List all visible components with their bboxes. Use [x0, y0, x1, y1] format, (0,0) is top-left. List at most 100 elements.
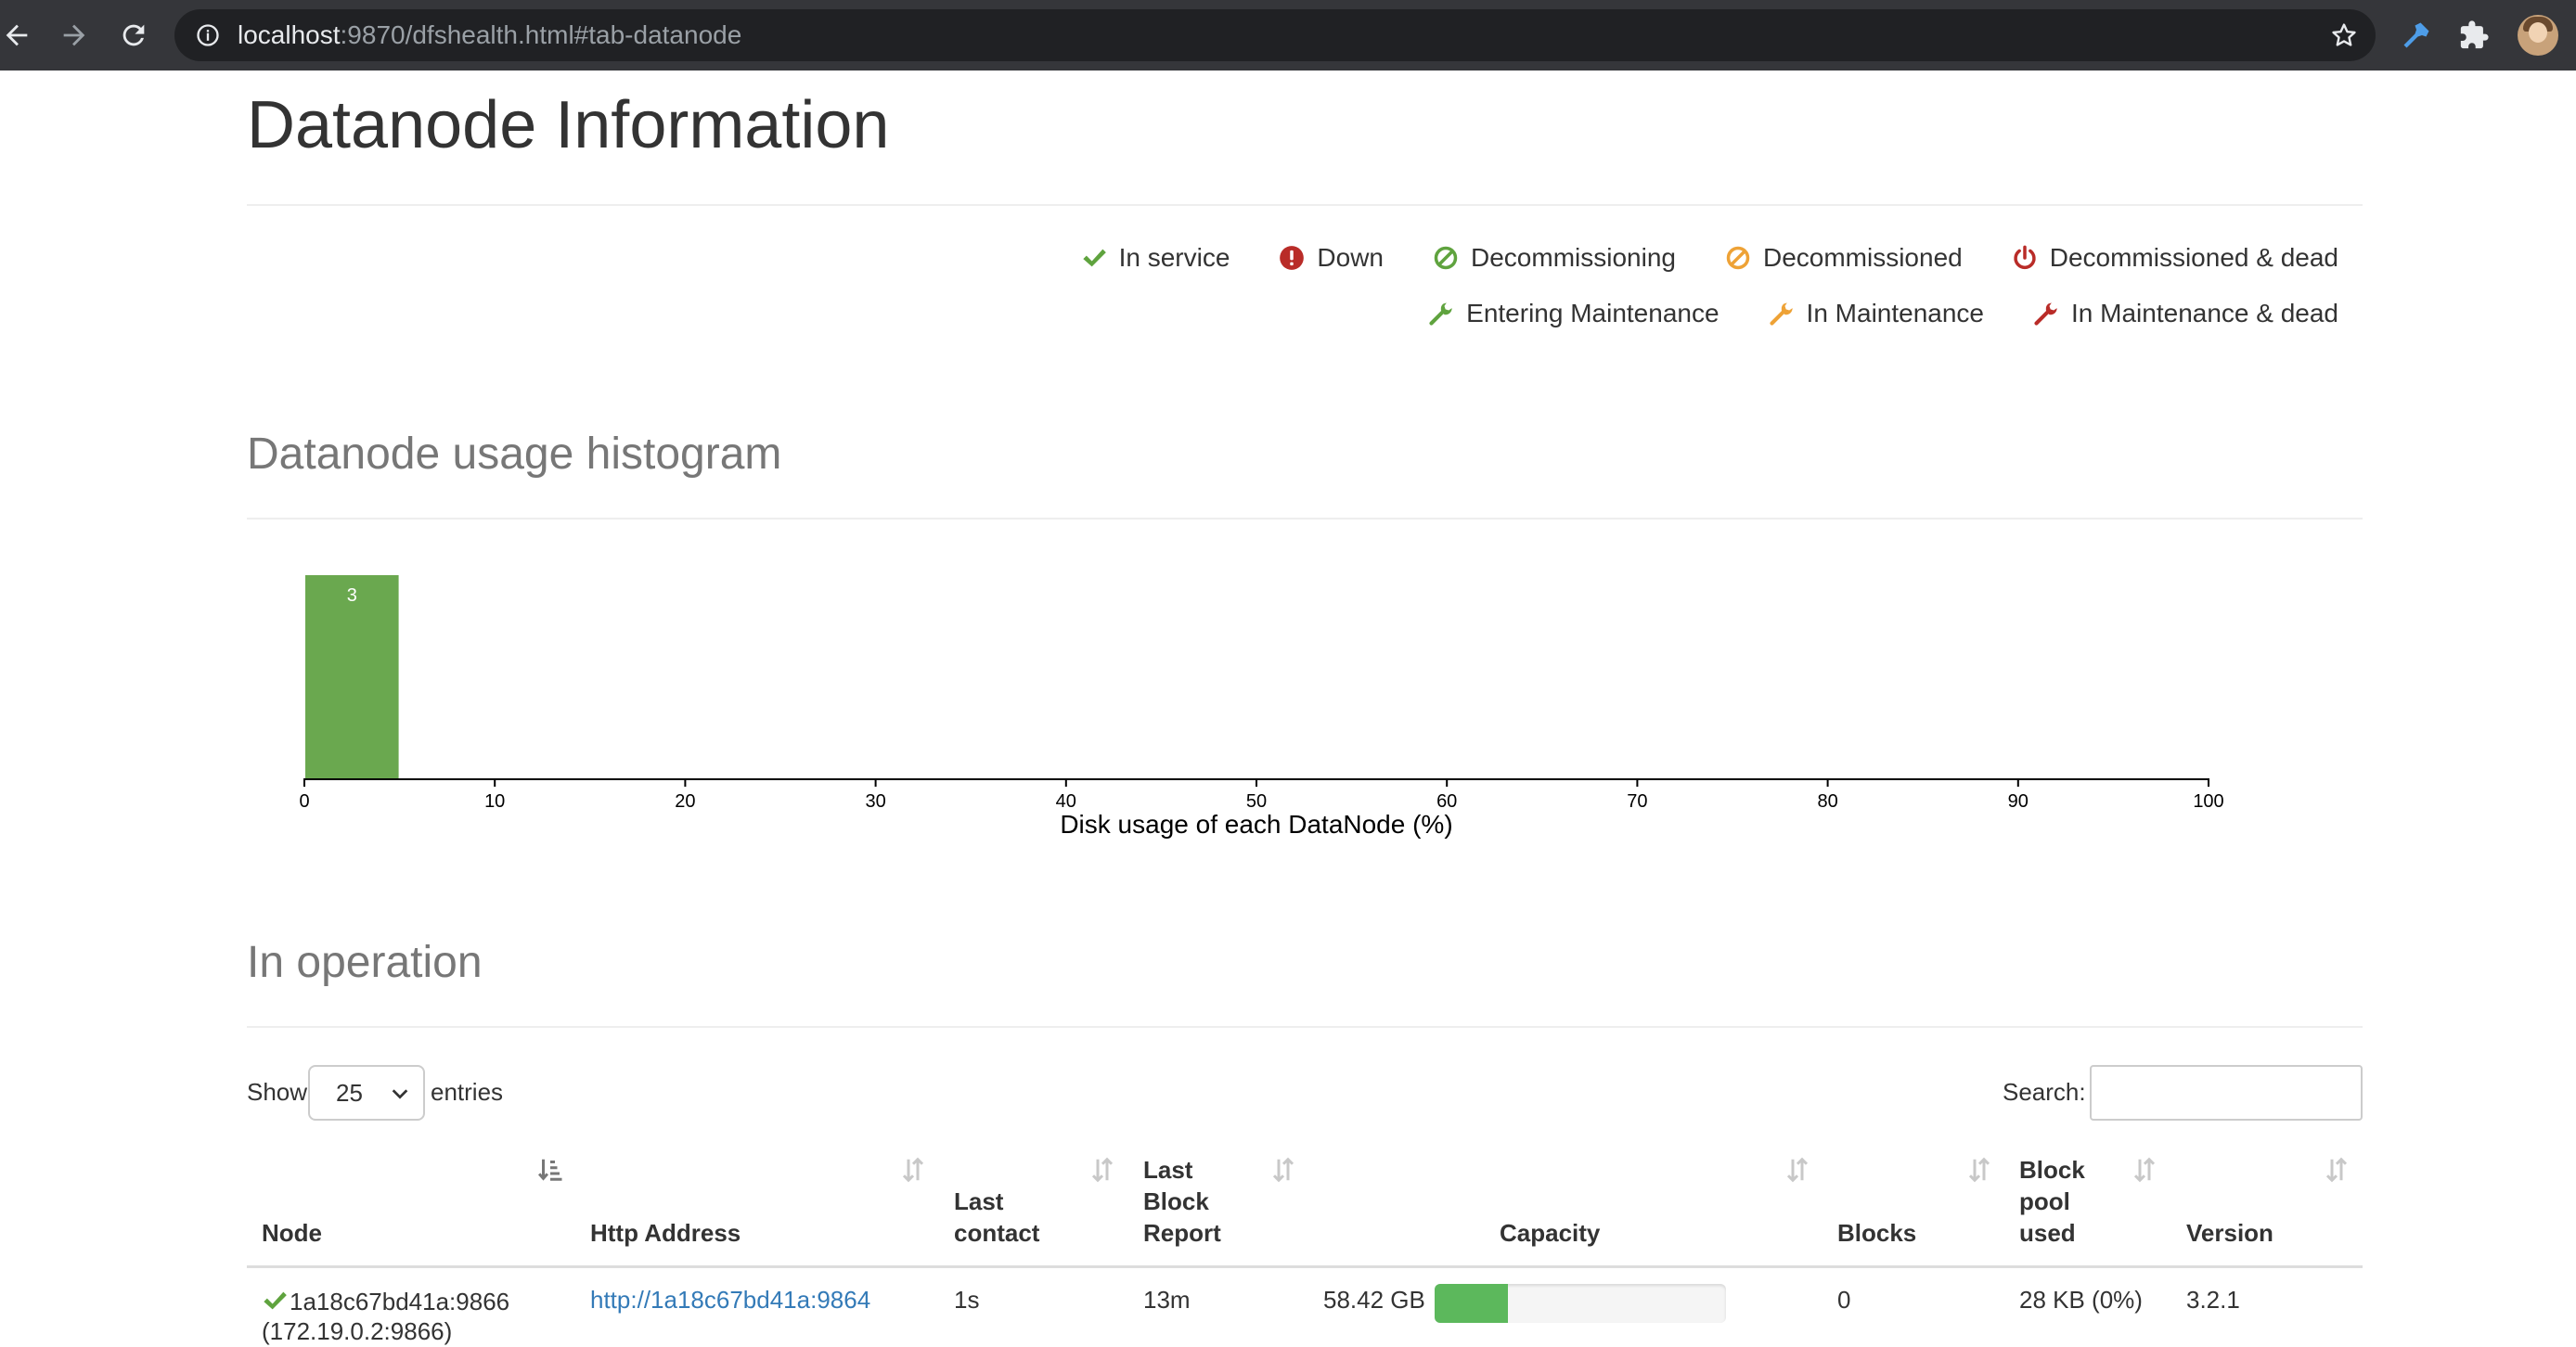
header-label: used: [2019, 1219, 2076, 1247]
legend-in-service: In service: [1080, 243, 1230, 273]
cell-http-address: http://1a18c67bd41a:9864: [590, 1284, 870, 1315]
header-label: Block: [2019, 1156, 2085, 1184]
header-label: Capacity: [1500, 1219, 1601, 1247]
column-header-capacity[interactable]: Capacity: [1500, 1217, 1600, 1249]
x-axis-label: Disk usage of each DataNode (%): [1060, 810, 1452, 839]
http-address-link[interactable]: http://1a18c67bd41a:9864: [590, 1286, 870, 1314]
site-info-icon[interactable]: [195, 22, 221, 48]
x-axis-tick-label: 0: [299, 791, 309, 812]
x-axis-tick-label: 70: [1627, 791, 1647, 812]
forward-icon[interactable]: [52, 13, 97, 58]
x-axis-tick-label: 20: [675, 791, 695, 812]
column-header-http-address[interactable]: Http Address: [590, 1217, 741, 1249]
x-axis-tick-label: 80: [1817, 791, 1837, 812]
profile-avatar[interactable]: [2518, 15, 2558, 56]
column-header-last-contact[interactable]: Last contact: [954, 1186, 1039, 1249]
legend-label: Entering Maintenance: [1466, 299, 1719, 327]
x-axis-tick-label: 90: [2008, 791, 2029, 812]
column-header-node[interactable]: Node: [262, 1217, 322, 1249]
search-label: Search:: [2003, 1078, 2086, 1106]
wrench-icon: [2032, 300, 2060, 327]
sort-both-icon[interactable]: [2323, 1156, 2351, 1184]
divider: [247, 518, 2363, 520]
x-axis-tick-label: 60: [1436, 791, 1457, 812]
entries-select-value: 25: [336, 1078, 363, 1107]
sort-both-icon[interactable]: [1269, 1156, 1297, 1184]
address-bar[interactable]: localhost:9870/dfshealth.html#tab-datano…: [174, 9, 2376, 61]
extension-hammer-icon[interactable]: [2398, 17, 2435, 54]
header-label: Last: [954, 1187, 1004, 1215]
legend-label: In Maintenance & dead: [2071, 299, 2338, 327]
ban-circle-icon: [1724, 244, 1752, 272]
power-off-icon: [2011, 244, 2039, 272]
column-header-block-pool-used[interactable]: Block pool used: [2019, 1154, 2085, 1249]
legend-entering-maintenance: Entering Maintenance: [1427, 299, 1719, 328]
legend-label: In Maintenance: [1806, 299, 1985, 327]
back-icon[interactable]: [0, 13, 39, 58]
column-header-blocks[interactable]: Blocks: [1837, 1217, 1916, 1249]
legend-label: Decommissioned & dead: [2049, 243, 2338, 272]
node-ip: (172.19.0.2:9866): [262, 1317, 453, 1345]
header-label: pool: [2019, 1187, 2070, 1215]
cell-last-block-report: 13m: [1143, 1286, 1191, 1314]
sort-ascending-icon[interactable]: [536, 1156, 564, 1184]
column-header-version[interactable]: Version: [2186, 1217, 2273, 1249]
cell-blocks: 0: [1837, 1286, 1851, 1314]
bookmark-star-icon[interactable]: [2329, 20, 2359, 50]
header-label: Http Address: [590, 1219, 741, 1247]
show-label: Show: [247, 1078, 308, 1106]
node-name: 1a18c67bd41a:9866: [290, 1288, 510, 1315]
legend-down: Down: [1278, 243, 1384, 273]
url-host: localhost: [238, 20, 341, 49]
cell-version: 3.2.1: [2186, 1286, 2240, 1314]
histogram-title: Datanode usage histogram: [247, 430, 782, 479]
exclamation-circle-icon: [1278, 244, 1306, 272]
divider: [247, 1026, 2363, 1028]
legend-label: Down: [1317, 243, 1384, 272]
wrench-icon: [1427, 300, 1455, 327]
entries-per-page-select[interactable]: 25: [308, 1065, 425, 1121]
header-label: Blocks: [1837, 1219, 1917, 1247]
x-axis-tick-label: 10: [484, 791, 505, 812]
capacity-progress-fill: [1435, 1284, 1508, 1323]
header-label: Last: [1143, 1156, 1193, 1184]
sort-both-icon[interactable]: [1088, 1156, 1116, 1184]
sort-both-icon[interactable]: [1784, 1156, 1811, 1184]
legend-row-1: In service Down Decommissioning Decommis…: [1032, 243, 2338, 273]
search-input[interactable]: [2090, 1065, 2363, 1121]
header-label: contact: [954, 1219, 1040, 1247]
header-label: Block: [1143, 1187, 1209, 1215]
legend-label: In service: [1118, 243, 1230, 272]
legend-label: Decommissioning: [1471, 243, 1676, 272]
sort-both-icon[interactable]: [2131, 1156, 2158, 1184]
legend-decommissioning: Decommissioning: [1432, 243, 1676, 273]
cell-last-contact: 1s: [954, 1286, 980, 1314]
sort-both-icon[interactable]: [899, 1156, 927, 1184]
legend-decommissioned-dead: Decommissioned & dead: [2011, 243, 2338, 273]
sort-both-icon[interactable]: [1965, 1156, 1993, 1184]
x-axis-tick-label: 40: [1056, 791, 1076, 812]
wrench-icon: [1768, 300, 1796, 327]
url-path: :9870/dfshealth.html#tab-datanode: [340, 20, 742, 49]
legend-in-maintenance: In Maintenance: [1768, 299, 1984, 328]
in-operation-title: In operation: [247, 938, 483, 987]
cell-node: 1a18c67bd41a:9866: [290, 1286, 509, 1317]
table-header-divider: [247, 1265, 2363, 1268]
url-text[interactable]: localhost:9870/dfshealth.html#tab-datano…: [238, 9, 741, 61]
divider: [247, 204, 2363, 206]
x-axis-tick-label: 100: [2193, 791, 2223, 812]
histogram-bar-label: 3: [347, 585, 357, 606]
check-icon: [264, 1291, 287, 1310]
capacity-progress-bar: [1435, 1284, 1726, 1323]
legend-label: Decommissioned: [1762, 243, 1963, 272]
header-label: Report: [1143, 1219, 1221, 1247]
column-header-last-block-report[interactable]: Last Block Report: [1143, 1154, 1221, 1249]
header-label: Version: [2186, 1219, 2273, 1247]
x-axis-tick-label: 50: [1246, 791, 1267, 812]
reload-icon[interactable]: [111, 13, 156, 58]
header-label: Node: [262, 1219, 322, 1247]
legend-in-maintenance-dead: In Maintenance & dead: [2032, 299, 2338, 328]
legend-decommissioned: Decommissioned: [1724, 243, 1963, 273]
cell-node-ip: (172.19.0.2:9866): [262, 1315, 452, 1347]
extensions-puzzle-icon[interactable]: [2455, 17, 2492, 54]
